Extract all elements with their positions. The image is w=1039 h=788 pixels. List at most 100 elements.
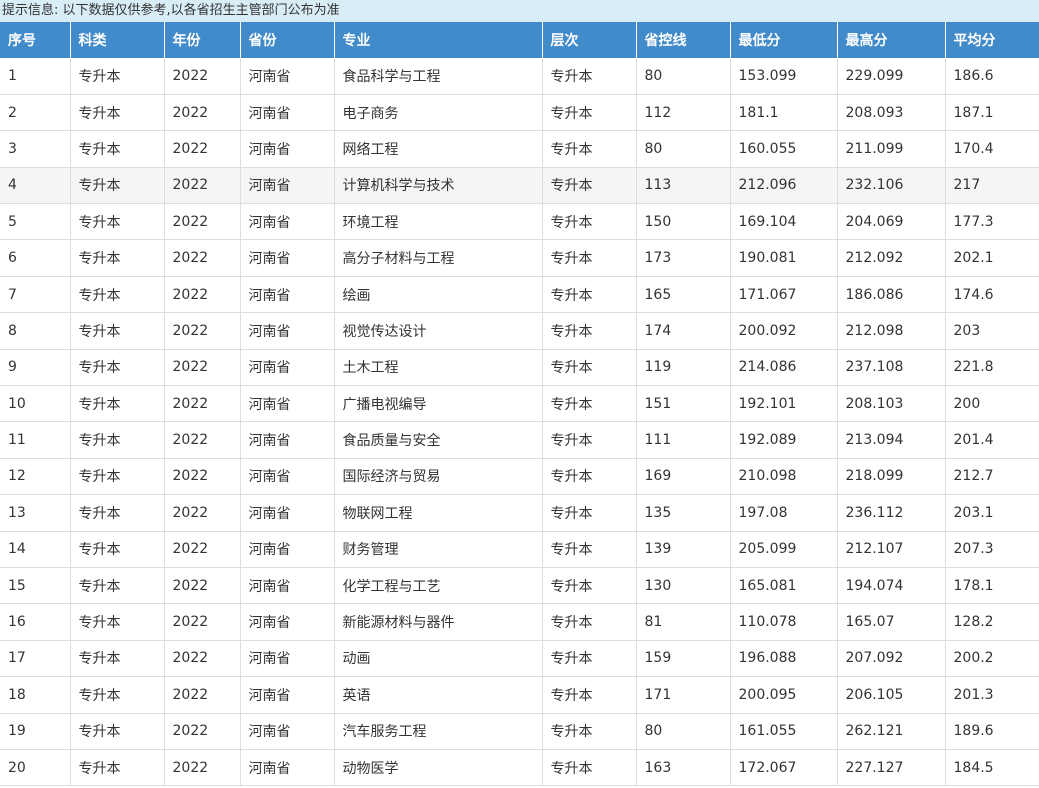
cell-category: 专升本 bbox=[70, 421, 165, 459]
cell-max-score: 204.069 bbox=[837, 203, 946, 241]
cell-index: 17 bbox=[0, 640, 71, 678]
cell-major: 网络工程 bbox=[334, 130, 543, 168]
cell-avg-score: 177.3 bbox=[945, 203, 1039, 241]
cell-level: 专升本 bbox=[542, 58, 637, 95]
cell-province: 河南省 bbox=[240, 749, 335, 787]
cell-level: 专升本 bbox=[542, 567, 637, 605]
cell-avg-score: 201.4 bbox=[945, 421, 1039, 459]
table-row: 10 专升本 2022 河南省 广播电视编导 专升本 151 192.101 208.103 20… bbox=[0, 385, 1039, 423]
table-row: 12 专升本 2022 河南省 国际经济与贸易 专升本 169 210.098 218.099 2… bbox=[0, 458, 1039, 496]
cell-province: 河南省 bbox=[240, 676, 335, 714]
cell-min-score: 172.067 bbox=[730, 749, 838, 787]
column-header-max-score: 最高分 bbox=[837, 22, 946, 58]
cell-index: 20 bbox=[0, 749, 71, 787]
table-row: 2 专升本 2022 河南省 电子商务 专升本 112 181.1 208.093 187.1 bbox=[0, 94, 1039, 132]
cell-year: 2022 bbox=[164, 421, 241, 459]
cell-max-score: 262.121 bbox=[837, 713, 946, 750]
cell-category: 专升本 bbox=[70, 640, 165, 678]
cell-major: 视觉传达设计 bbox=[334, 312, 543, 350]
cell-level: 专升本 bbox=[542, 276, 637, 314]
cell-control-line: 80 bbox=[636, 58, 731, 95]
cell-min-score: 160.055 bbox=[730, 130, 838, 168]
cell-category: 专升本 bbox=[70, 458, 165, 496]
cell-year: 2022 bbox=[164, 239, 241, 277]
table-row: 4 专升本 2022 河南省 计算机科学与技术 专升本 113 212.096 232.106 2… bbox=[0, 167, 1039, 205]
cell-min-score: 200.095 bbox=[730, 676, 838, 714]
table-row: 19 专升本 2022 河南省 汽车服务工程 专升本 80 161.055 262.121 189… bbox=[0, 713, 1039, 750]
table-row: 16 专升本 2022 河南省 新能源材料与器件 专升本 81 110.078 165.07 12… bbox=[0, 603, 1039, 641]
cell-avg-score: 221.8 bbox=[945, 349, 1039, 387]
column-header-avg-score: 平均分 bbox=[945, 22, 1039, 58]
cell-category: 专升本 bbox=[70, 385, 165, 423]
cell-major: 电子商务 bbox=[334, 94, 543, 132]
cell-avg-score: 200.2 bbox=[945, 640, 1039, 678]
cell-control-line: 151 bbox=[636, 385, 731, 423]
cell-control-line: 159 bbox=[636, 640, 731, 678]
cell-index: 19 bbox=[0, 713, 71, 750]
cell-category: 专升本 bbox=[70, 531, 165, 568]
cell-major: 汽车服务工程 bbox=[334, 713, 543, 750]
cell-major: 广播电视编导 bbox=[334, 385, 543, 423]
cell-max-score: 206.105 bbox=[837, 676, 946, 714]
cell-province: 河南省 bbox=[240, 276, 335, 314]
column-header-control-line: 省控线 bbox=[636, 22, 731, 58]
cell-province: 河南省 bbox=[240, 567, 335, 605]
cell-index: 18 bbox=[0, 676, 71, 714]
cell-year: 2022 bbox=[164, 130, 241, 168]
cell-year: 2022 bbox=[164, 567, 241, 605]
cell-min-score: 171.067 bbox=[730, 276, 838, 314]
cell-index: 1 bbox=[0, 58, 71, 95]
cell-category: 专升本 bbox=[70, 276, 165, 314]
cell-province: 河南省 bbox=[240, 713, 335, 750]
cell-avg-score: 187.1 bbox=[945, 94, 1039, 132]
cell-category: 专升本 bbox=[70, 167, 165, 205]
cell-control-line: 173 bbox=[636, 239, 731, 277]
cell-avg-score: 174.6 bbox=[945, 276, 1039, 314]
cell-index: 14 bbox=[0, 531, 71, 568]
table-row: 13 专升本 2022 河南省 物联网工程 专升本 135 197.08 236.112 203.… bbox=[0, 494, 1039, 532]
cell-avg-score: 178.1 bbox=[945, 567, 1039, 605]
cell-index: 15 bbox=[0, 567, 71, 605]
cell-max-score: 213.094 bbox=[837, 421, 946, 459]
cell-max-score: 227.127 bbox=[837, 749, 946, 787]
cell-major: 化学工程与工艺 bbox=[334, 567, 543, 605]
cell-category: 专升本 bbox=[70, 713, 165, 750]
column-header-category: 科类 bbox=[70, 22, 165, 58]
cell-year: 2022 bbox=[164, 385, 241, 423]
column-header-province: 省份 bbox=[240, 22, 335, 58]
cell-level: 专升本 bbox=[542, 239, 637, 277]
cell-max-score: 212.107 bbox=[837, 531, 946, 568]
cell-control-line: 81 bbox=[636, 603, 731, 641]
cell-major: 土木工程 bbox=[334, 349, 543, 387]
cell-max-score: 218.099 bbox=[837, 458, 946, 496]
cell-level: 专升本 bbox=[542, 203, 637, 241]
cell-province: 河南省 bbox=[240, 385, 335, 423]
cell-min-score: 192.089 bbox=[730, 421, 838, 459]
cell-avg-score: 128.2 bbox=[945, 603, 1039, 641]
cell-index: 11 bbox=[0, 421, 71, 459]
cell-control-line: 112 bbox=[636, 94, 731, 132]
cell-control-line: 113 bbox=[636, 167, 731, 205]
cell-year: 2022 bbox=[164, 713, 241, 750]
cell-avg-score: 217 bbox=[945, 167, 1039, 205]
cell-max-score: 208.093 bbox=[837, 94, 946, 132]
cell-max-score: 186.086 bbox=[837, 276, 946, 314]
table-row: 1 专升本 2022 河南省 食品科学与工程 专升本 80 153.099 229.099 186… bbox=[0, 58, 1039, 95]
cell-major: 国际经济与贸易 bbox=[334, 458, 543, 496]
table-header-row: 序号 科类 年份 省份 专业 层次 省控线 最低分 最高分 平均分 bbox=[0, 22, 1039, 58]
cell-province: 河南省 bbox=[240, 130, 335, 168]
cell-category: 专升本 bbox=[70, 58, 165, 95]
cell-control-line: 80 bbox=[636, 130, 731, 168]
cell-avg-score: 201.3 bbox=[945, 676, 1039, 714]
cell-min-score: 169.104 bbox=[730, 203, 838, 241]
cell-min-score: 181.1 bbox=[730, 94, 838, 132]
cell-control-line: 135 bbox=[636, 494, 731, 532]
cell-index: 7 bbox=[0, 276, 71, 314]
cell-min-score: 192.101 bbox=[730, 385, 838, 423]
cell-category: 专升本 bbox=[70, 239, 165, 277]
cell-major: 财务管理 bbox=[334, 531, 543, 568]
cell-min-score: 205.099 bbox=[730, 531, 838, 568]
cell-category: 专升本 bbox=[70, 494, 165, 532]
cell-level: 专升本 bbox=[542, 421, 637, 459]
cell-index: 3 bbox=[0, 130, 71, 168]
